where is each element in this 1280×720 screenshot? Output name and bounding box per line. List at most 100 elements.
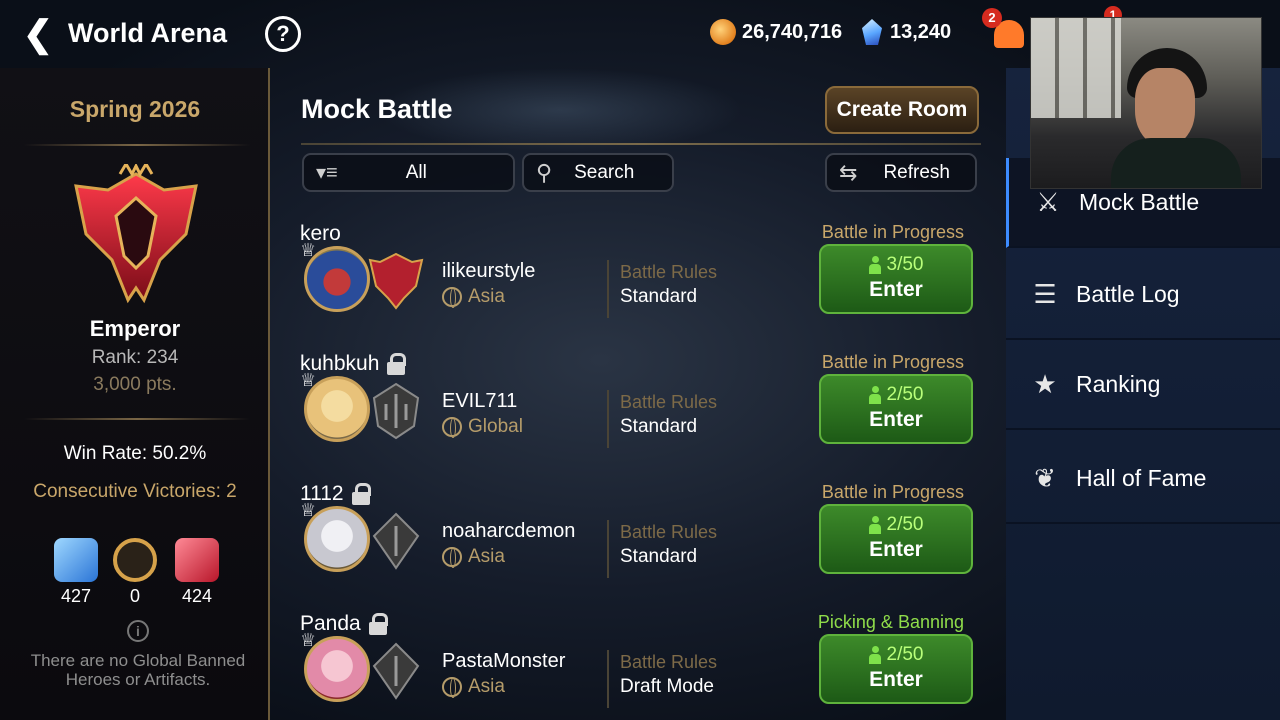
host-name: EVIL711 bbox=[442, 390, 518, 412]
help-button[interactable]: ? bbox=[265, 16, 301, 52]
person-icon bbox=[868, 516, 881, 534]
rank-badge-icon bbox=[372, 642, 420, 700]
lock-icon bbox=[351, 483, 371, 505]
host-hero-portrait bbox=[304, 376, 370, 442]
filter-dropdown[interactable]: ▾≡ All bbox=[302, 153, 515, 192]
lock-icon bbox=[387, 353, 407, 375]
nav-item-ranking[interactable]: ★ Ranking bbox=[1006, 340, 1280, 430]
room-list-item[interactable]: 1112 ♕ noaharcdemon Asia Battle Rules St… bbox=[300, 482, 980, 612]
season-label: Spring 2026 bbox=[69, 96, 201, 122]
room-status: Battle in Progress bbox=[821, 352, 964, 372]
refresh-label: Refresh bbox=[883, 161, 950, 183]
wins-stat: 427 bbox=[46, 538, 106, 607]
rank-badge-icon bbox=[372, 512, 420, 570]
banned-heroes-note: There are no Global Banned Heroes or Art… bbox=[30, 651, 246, 689]
rules-label: Battle Rules bbox=[620, 392, 718, 412]
player-summary-panel: Spring 2026 Emperor Rank: 234 3,000 pts.… bbox=[0, 68, 270, 720]
rules-value: Standard bbox=[620, 286, 698, 307]
webcam-overlay bbox=[1030, 17, 1262, 189]
person-icon bbox=[868, 256, 881, 274]
trophy-icon: ★ bbox=[1033, 368, 1057, 399]
gem-counter[interactable]: 13,240 bbox=[862, 19, 951, 45]
globe-icon bbox=[442, 677, 462, 698]
divider bbox=[24, 144, 250, 146]
notification-badge: 2 bbox=[982, 8, 1002, 28]
swords-icon: ⚔ bbox=[1036, 186, 1060, 217]
losses-stat: 424 bbox=[167, 538, 227, 607]
rules-value: Draft Mode bbox=[620, 676, 714, 697]
search-label: Search bbox=[574, 161, 635, 183]
rank-label: Rank: 234 bbox=[91, 347, 179, 368]
room-status: Battle in Progress bbox=[821, 222, 964, 242]
divider bbox=[607, 390, 609, 448]
room-list-item[interactable]: Panda ♕ PastaMonster Asia Battle Rules D… bbox=[300, 612, 980, 720]
rank-badge-icon bbox=[372, 382, 420, 440]
consecutive-victories: Consecutive Victories: 2 bbox=[33, 481, 237, 502]
notification-button[interactable]: 2 bbox=[982, 8, 1028, 52]
tier-name: Emperor bbox=[89, 316, 181, 341]
draw-icon bbox=[113, 538, 157, 582]
search-button[interactable]: ⚲ Search bbox=[522, 153, 674, 192]
lock-icon bbox=[368, 613, 388, 635]
create-room-button[interactable]: Create Room bbox=[825, 86, 979, 134]
server-region: Asia bbox=[442, 546, 505, 568]
person-icon bbox=[868, 386, 881, 404]
blue-swords-icon bbox=[54, 538, 98, 582]
crystal-gem-icon bbox=[862, 19, 882, 45]
globe-icon bbox=[442, 547, 462, 568]
enter-room-button[interactable]: 3/50 Enter bbox=[819, 244, 973, 314]
person-icon bbox=[868, 646, 881, 664]
person-face bbox=[1135, 68, 1195, 146]
rules-value: Standard bbox=[620, 546, 698, 567]
host-hero-portrait bbox=[304, 506, 370, 572]
enter-room-button[interactable]: 2/50 Enter bbox=[819, 504, 973, 574]
draws-stat: 0 bbox=[105, 538, 165, 607]
divider bbox=[607, 520, 609, 578]
laurel-icon: ❦ bbox=[1034, 462, 1056, 493]
clipboard-icon: ☰ bbox=[1033, 278, 1057, 309]
globe-icon bbox=[442, 287, 462, 308]
host-name: noaharcdemon bbox=[442, 520, 576, 542]
divider bbox=[24, 418, 250, 420]
section-title: Mock Battle bbox=[301, 94, 453, 124]
gem-amount: 13,240 bbox=[890, 20, 952, 43]
host-hero-portrait bbox=[304, 636, 370, 702]
back-button[interactable]: ❮ bbox=[18, 13, 58, 54]
win-rate: Win Rate: 50.2% bbox=[63, 443, 207, 464]
page-title: World Arena bbox=[68, 18, 228, 48]
background-window bbox=[1031, 18, 1121, 118]
filter-value: All bbox=[405, 161, 427, 183]
emperor-tier-emblem-icon bbox=[74, 164, 198, 304]
emperor-rank-badge-icon bbox=[368, 252, 424, 310]
gold-amount: 26,740,716 bbox=[742, 20, 843, 43]
nav-item-battle-log[interactable]: ☰ Battle Log bbox=[1006, 250, 1280, 340]
rules-value: Standard bbox=[620, 416, 698, 437]
server-region: Asia bbox=[442, 676, 505, 698]
room-list-item[interactable]: kuhbkuh ♕ EVIL711 Global Battle Rules St… bbox=[300, 352, 980, 482]
divider bbox=[607, 650, 609, 708]
gold-counter[interactable]: 26,740,716 bbox=[710, 19, 842, 45]
info-icon[interactable]: i bbox=[127, 620, 149, 642]
divider bbox=[607, 260, 609, 318]
rules-label: Battle Rules bbox=[620, 652, 718, 672]
points-label: 3,000 pts. bbox=[93, 374, 177, 395]
search-icon: ⚲ bbox=[536, 159, 553, 185]
refresh-icon: ⇆ bbox=[839, 159, 858, 185]
globe-icon bbox=[442, 417, 462, 438]
person-torso bbox=[1111, 138, 1241, 188]
refresh-button[interactable]: ⇆ Refresh bbox=[825, 153, 977, 192]
rules-label: Battle Rules bbox=[620, 522, 718, 542]
nav-item-hall-of-fame[interactable]: ❦ Hall of Fame bbox=[1006, 434, 1280, 524]
enter-room-button[interactable]: 2/50 Enter bbox=[819, 374, 973, 444]
server-region: Global bbox=[442, 416, 523, 438]
host-name: PastaMonster bbox=[442, 650, 566, 672]
chevron-left-icon: ❮ bbox=[22, 13, 54, 54]
enter-room-button[interactable]: 2/50 Enter bbox=[819, 634, 973, 704]
room-list-item[interactable]: kero ♕ ilikeurstyle Asia Battle Rules St… bbox=[300, 222, 980, 352]
divider bbox=[301, 143, 981, 145]
room-status: Picking & Banning bbox=[817, 612, 964, 632]
red-swords-icon bbox=[175, 538, 219, 582]
gold-coin-icon bbox=[710, 19, 736, 45]
rules-label: Battle Rules bbox=[620, 262, 718, 282]
room-status: Battle in Progress bbox=[821, 482, 964, 502]
